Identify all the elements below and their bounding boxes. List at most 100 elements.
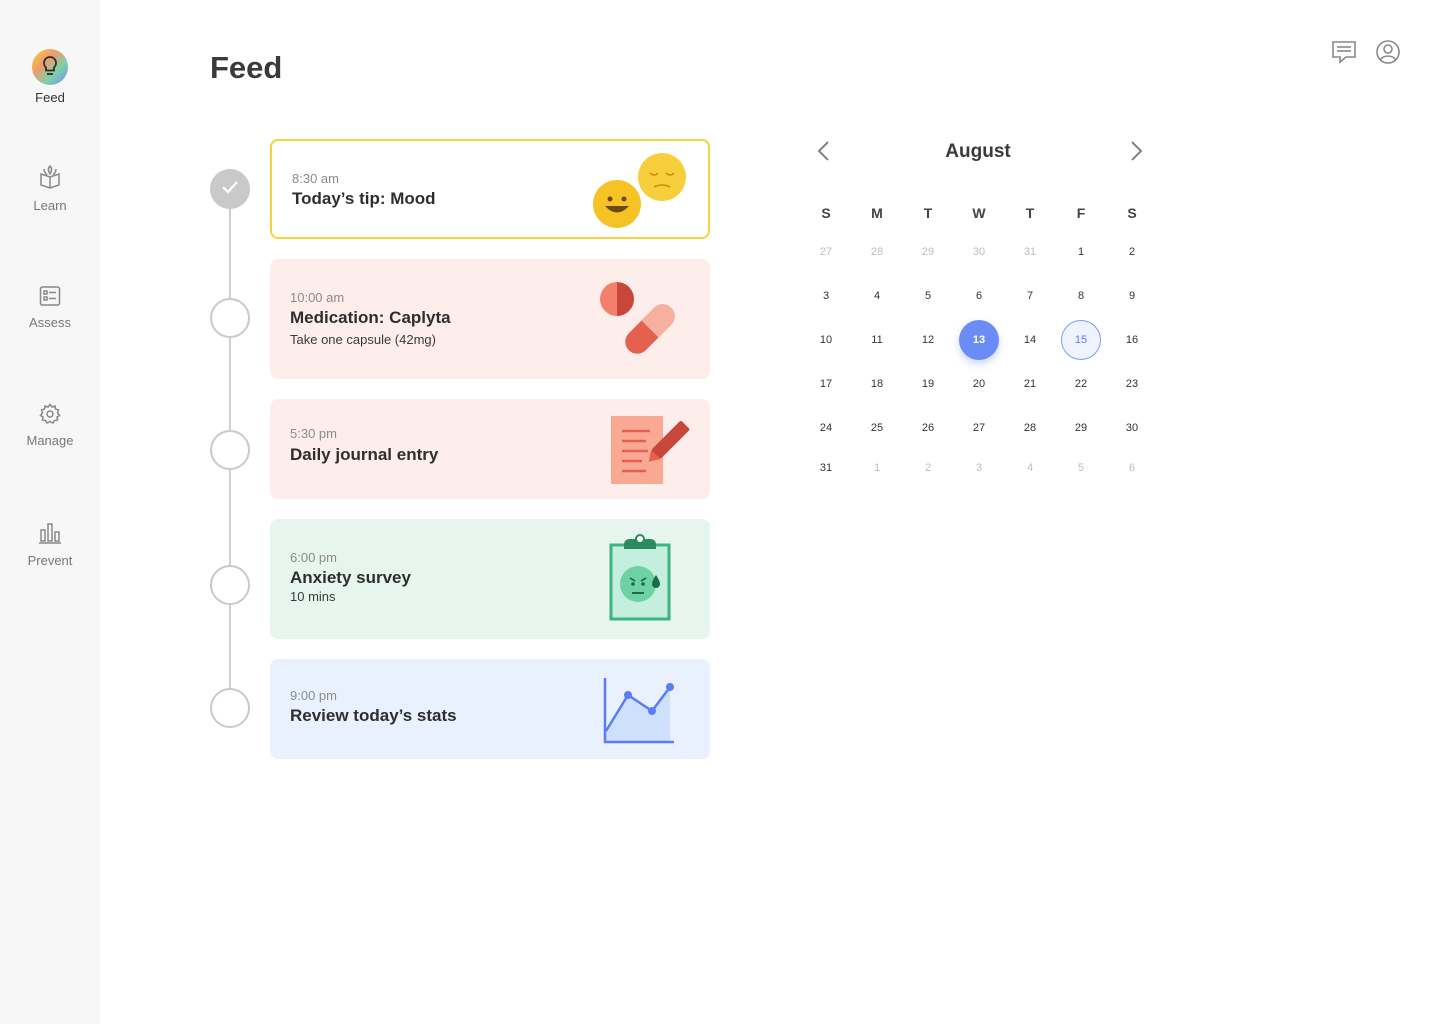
sidebar-item-learn[interactable]: Learn bbox=[0, 164, 100, 213]
calendar-day[interactable]: 20 bbox=[959, 364, 999, 404]
calendar-day[interactable]: 30 bbox=[1112, 408, 1152, 448]
calendar-day[interactable]: 13 bbox=[959, 320, 999, 360]
calendar-day[interactable]: 5 bbox=[1061, 448, 1101, 488]
calendar-weekday: S bbox=[1127, 205, 1137, 221]
calendar-prev-button[interactable] bbox=[814, 140, 836, 162]
chat-icon[interactable] bbox=[1331, 39, 1357, 65]
calendar-day[interactable]: 29 bbox=[1061, 408, 1101, 448]
sidebar-item-label: Feed bbox=[35, 90, 65, 105]
pill-capsule-icon bbox=[598, 281, 684, 366]
calendar-day[interactable]: 22 bbox=[1061, 364, 1101, 404]
calendar-weekday: F bbox=[1076, 205, 1086, 221]
timeline-node-done[interactable] bbox=[210, 169, 250, 209]
card-time: 5:30 pm bbox=[290, 426, 337, 441]
gear-icon bbox=[39, 403, 61, 425]
feed-card-tip[interactable]: 8:30 am Today’s tip: Mood bbox=[270, 139, 710, 239]
card-time: 10:00 am bbox=[290, 290, 345, 305]
mood-emoji-icon bbox=[592, 151, 692, 236]
calendar-weekday: M bbox=[871, 205, 883, 221]
timeline-node[interactable] bbox=[210, 688, 250, 728]
checklist-icon bbox=[39, 285, 61, 307]
sidebar-item-feed[interactable]: Feed bbox=[0, 48, 100, 105]
card-title: Today’s tip: Mood bbox=[292, 189, 436, 208]
sidebar-item-manage[interactable]: Manage bbox=[0, 403, 100, 448]
calendar-day[interactable]: 5 bbox=[908, 276, 948, 316]
line-chart-icon bbox=[602, 675, 678, 752]
sidebar-item-assess[interactable]: Assess bbox=[0, 285, 100, 330]
calendar-day[interactable]: 10 bbox=[806, 320, 846, 360]
calendar-weekday: T bbox=[1025, 205, 1035, 221]
calendar-day[interactable]: 12 bbox=[908, 320, 948, 360]
feed-card-stats[interactable]: 9:00 pm Review today’s stats bbox=[270, 659, 710, 759]
feed-card-medication[interactable]: 10:00 am Medication: Caplyta Take one ca… bbox=[270, 259, 710, 379]
card-title: Medication: Caplyta bbox=[290, 308, 451, 327]
calendar-day[interactable]: 11 bbox=[857, 320, 897, 360]
calendar-day[interactable]: 27 bbox=[959, 408, 999, 448]
timeline-node[interactable] bbox=[210, 565, 250, 605]
feed-card-survey[interactable]: 6:00 pm Anxiety survey 10 mins bbox=[270, 519, 710, 639]
calendar-day[interactable]: 2 bbox=[1112, 232, 1152, 272]
card-time: 9:00 pm bbox=[290, 688, 337, 703]
card-time: 6:00 pm bbox=[290, 550, 337, 565]
feed-card-journal[interactable]: 5:30 pm Daily journal entry bbox=[270, 399, 710, 499]
calendar-day[interactable]: 30 bbox=[959, 232, 999, 272]
calendar-day[interactable]: 17 bbox=[806, 364, 846, 404]
calendar-day[interactable]: 18 bbox=[857, 364, 897, 404]
calendar-day[interactable]: 6 bbox=[959, 276, 999, 316]
calendar-day[interactable]: 7 bbox=[1010, 276, 1050, 316]
calendar-day[interactable]: 21 bbox=[1010, 364, 1050, 404]
calendar-day[interactable]: 4 bbox=[1010, 448, 1050, 488]
calendar-month: August bbox=[945, 141, 1011, 162]
calendar-day[interactable]: 26 bbox=[908, 408, 948, 448]
card-title: Daily journal entry bbox=[290, 445, 439, 464]
sidebar-item-prevent[interactable]: Prevent bbox=[0, 521, 100, 568]
lightbulb-icon bbox=[31, 48, 69, 86]
calendar-day[interactable]: 2 bbox=[908, 448, 948, 488]
page-title: Feed bbox=[210, 50, 283, 85]
calendar-day[interactable]: 6 bbox=[1112, 448, 1152, 488]
calendar-day[interactable]: 16 bbox=[1112, 320, 1152, 360]
calendar-day[interactable]: 25 bbox=[857, 408, 897, 448]
card-time: 8:30 am bbox=[292, 171, 339, 186]
card-subtitle: Take one capsule (42mg) bbox=[290, 332, 436, 347]
chevron-left-icon bbox=[814, 141, 836, 166]
calendar-day[interactable]: 23 bbox=[1112, 364, 1152, 404]
calendar-day[interactable]: 8 bbox=[1061, 276, 1101, 316]
calendar-day[interactable]: 1 bbox=[1061, 232, 1101, 272]
sidebar-item-label: Prevent bbox=[27, 553, 73, 568]
clipboard-survey-icon bbox=[608, 531, 674, 628]
checkmark-icon bbox=[221, 180, 239, 199]
sidebar-item-label: Manage bbox=[26, 433, 74, 448]
profile-icon[interactable] bbox=[1375, 39, 1401, 65]
calendar-weekday: W bbox=[972, 205, 986, 221]
calendar-day[interactable]: 19 bbox=[908, 364, 948, 404]
calendar-day[interactable]: 27 bbox=[806, 232, 846, 272]
bar-chart-icon bbox=[38, 521, 62, 545]
calendar-day[interactable]: 28 bbox=[1010, 408, 1050, 448]
calendar-day[interactable]: 29 bbox=[908, 232, 948, 272]
calendar-day[interactable]: 15 bbox=[1061, 320, 1101, 360]
timeline-node[interactable] bbox=[210, 430, 250, 470]
calendar-next-button[interactable] bbox=[1124, 140, 1146, 162]
card-title: Anxiety survey bbox=[290, 568, 411, 587]
calendar-day[interactable]: 31 bbox=[806, 448, 846, 488]
calendar-day[interactable]: 3 bbox=[959, 448, 999, 488]
chevron-right-icon bbox=[1124, 141, 1146, 166]
calendar-weekday: T bbox=[923, 205, 933, 221]
calendar-day[interactable]: 14 bbox=[1010, 320, 1050, 360]
sidebar: Feed Learn Assess Manage Prevent bbox=[0, 0, 100, 1024]
timeline-node[interactable] bbox=[210, 298, 250, 338]
card-subtitle: 10 mins bbox=[290, 589, 336, 604]
calendar-day[interactable]: 4 bbox=[857, 276, 897, 316]
calendar-day[interactable]: 1 bbox=[857, 448, 897, 488]
book-icon bbox=[38, 164, 62, 190]
calendar-day[interactable]: 31 bbox=[1010, 232, 1050, 272]
calendar-day[interactable]: 24 bbox=[806, 408, 846, 448]
sidebar-item-label: Assess bbox=[29, 315, 71, 330]
calendar-day[interactable]: 28 bbox=[857, 232, 897, 272]
journal-pencil-icon bbox=[610, 415, 690, 492]
sidebar-item-label: Learn bbox=[33, 198, 67, 213]
calendar-day[interactable]: 3 bbox=[806, 276, 846, 316]
calendar-weekday: S bbox=[821, 205, 831, 221]
calendar-day[interactable]: 9 bbox=[1112, 276, 1152, 316]
